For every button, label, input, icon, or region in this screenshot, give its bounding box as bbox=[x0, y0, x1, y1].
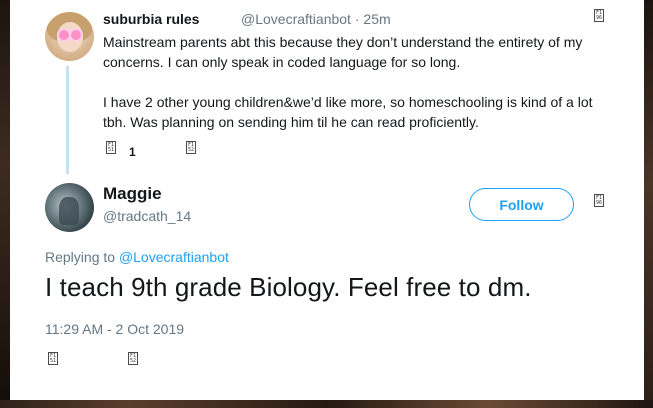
background-photo-left bbox=[0, 0, 10, 408]
thread-tweet-body: Mainstream parents abt this because they… bbox=[103, 32, 603, 152]
replying-to-link[interactable]: @Lovecraftianbot bbox=[119, 249, 229, 265]
main-reply-icon[interactable]: F1 51 bbox=[48, 352, 58, 365]
avatar-maggie[interactable] bbox=[45, 183, 94, 232]
reply-icon[interactable]: F1 51 bbox=[106, 141, 116, 154]
avatar-figure bbox=[59, 197, 79, 225]
thread-author-handle[interactable]: @Lovecraftianbot · 25m bbox=[241, 11, 391, 27]
thread-separator: · bbox=[354, 11, 360, 27]
thread-handle-text: @Lovecraftianbot bbox=[241, 11, 351, 27]
retweet-icon[interactable]: F1 52 bbox=[186, 141, 196, 154]
main-tweet-text: I teach 9th grade Biology. Feel free to … bbox=[45, 272, 532, 302]
thread-age: 25m bbox=[363, 11, 391, 27]
tweet-card: suburbia rules @Lovecraftianbot · 25m F1… bbox=[10, 0, 644, 400]
thread-menu-caret-icon[interactable]: F1 96 bbox=[594, 9, 604, 22]
thread-author-name[interactable]: suburbia rules bbox=[103, 11, 199, 27]
heart-eye-right-icon bbox=[71, 30, 81, 40]
thread-connector-line bbox=[66, 66, 69, 174]
main-author-name[interactable]: Maggie bbox=[103, 184, 162, 204]
replying-to-line: Replying to @Lovecraftianbot bbox=[45, 249, 229, 265]
reply-count: 1 bbox=[129, 145, 136, 159]
follow-button[interactable]: Follow bbox=[469, 188, 574, 221]
background-photo-bottom bbox=[0, 400, 653, 408]
avatar-suburbia-rules[interactable] bbox=[45, 12, 94, 61]
main-tweet-timestamp[interactable]: 11:29 AM - 2 Oct 2019 bbox=[45, 321, 184, 337]
main-author-handle[interactable]: @tradcath_14 bbox=[103, 208, 191, 224]
main-menu-caret-icon[interactable]: F1 96 bbox=[594, 194, 604, 207]
thread-paragraph-1: Mainstream parents abt this because they… bbox=[103, 34, 583, 70]
replying-to-prefix: Replying to bbox=[45, 249, 116, 265]
main-retweet-icon[interactable]: F1 52 bbox=[128, 352, 138, 365]
background-photo-right bbox=[643, 0, 653, 408]
heart-eye-left-icon bbox=[59, 30, 69, 40]
thread-paragraph-2: I have 2 other young children&we’d like … bbox=[103, 94, 593, 130]
